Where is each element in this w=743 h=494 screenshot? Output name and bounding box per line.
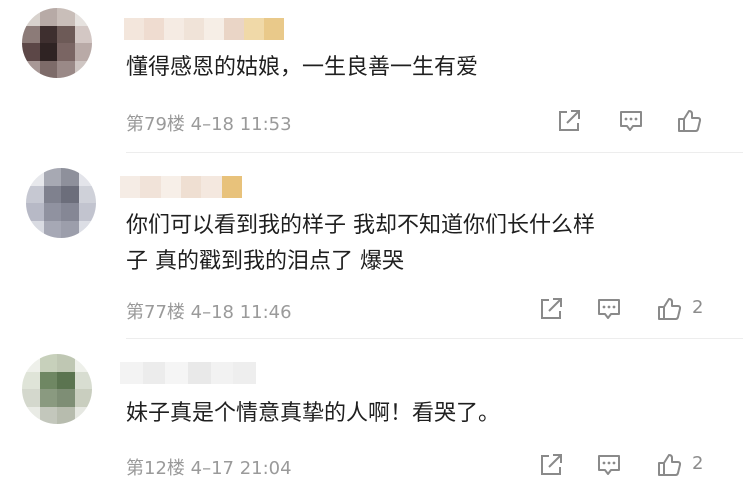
comment-icon[interactable] [618,108,644,134]
divider [126,338,743,339]
share-icon[interactable] [538,296,564,322]
avatar[interactable] [26,168,96,238]
comment-icon[interactable] [596,452,622,478]
comment-actions: 2 [538,452,728,478]
comment-item: 懂得感恩的姑娘，一生良善一生有爱 第79楼 4–18 11:53 [0,0,743,160]
comment-item: 你们可以看到我的样子 我却不知道你们长什么样 子 真的戳到我的泪点了 爆哭 第7… [0,160,743,340]
like-count: 2 [692,297,704,318]
share-icon[interactable] [556,108,582,134]
thumbs-up-icon[interactable] [656,296,682,322]
floor-timestamp: 第79楼 4–18 11:53 [126,114,292,135]
comment-text: 妹子真是个情意真挚的人啊！看哭了。 [126,401,501,426]
thumbs-up-icon[interactable] [656,452,682,478]
avatar[interactable] [22,8,92,78]
username-blurred[interactable] [120,176,242,198]
username-blurred[interactable] [120,362,257,384]
comment-icon[interactable] [596,296,622,322]
like-count: 2 [692,453,704,474]
thumbs-up-icon[interactable] [676,108,702,134]
share-icon[interactable] [538,452,564,478]
comment-actions: 2 [538,296,728,322]
avatar[interactable] [22,354,92,424]
comment-text: 子 真的戳到我的泪点了 爆哭 [126,249,404,274]
divider [126,152,743,153]
comment-text: 懂得感恩的姑娘，一生良善一生有爱 [126,55,479,80]
floor-timestamp: 第77楼 4–18 11:46 [126,302,292,323]
comment-item: 妹子真是个情意真挚的人啊！看哭了。 第12楼 4–17 21:04 2 [0,340,743,494]
username-blurred[interactable] [124,18,284,40]
comment-actions [556,108,726,134]
floor-timestamp: 第12楼 4–17 21:04 [126,458,292,479]
comment-text: 你们可以看到我的样子 我却不知道你们长什么样 [126,213,595,238]
